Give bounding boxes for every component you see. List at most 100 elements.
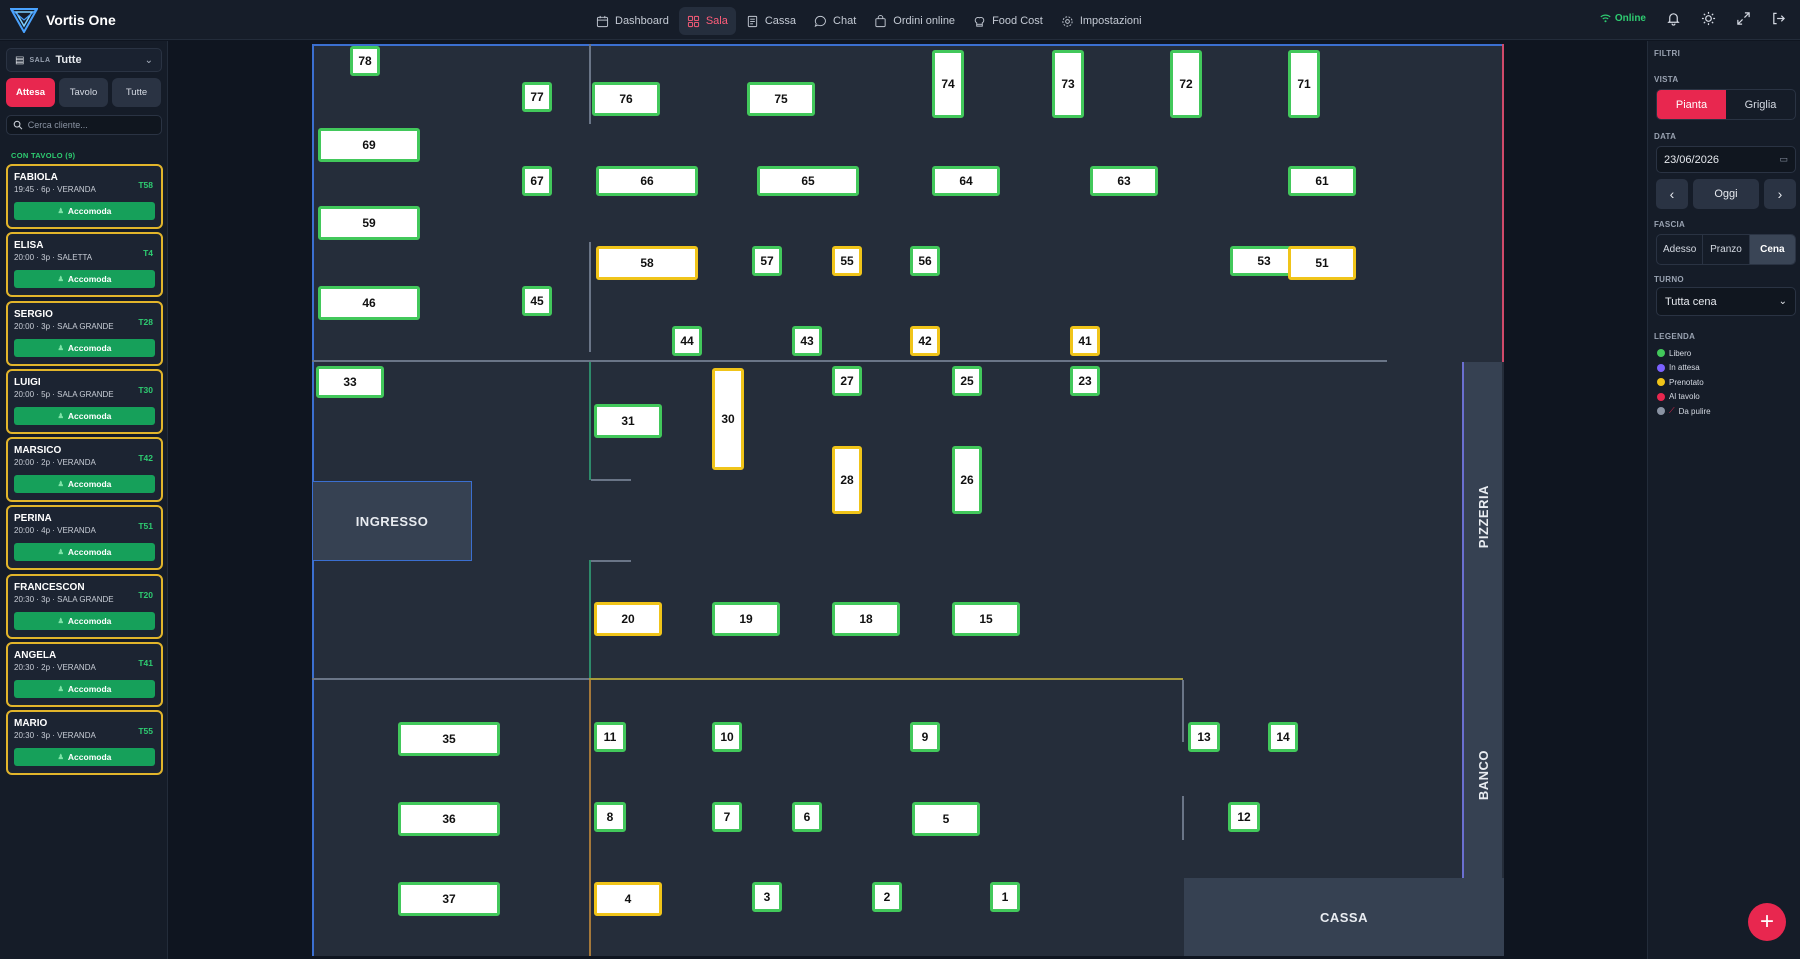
reservation-card[interactable]: MARIO 20:30 · 3p · VERANDA T55 ♟ Accomoda bbox=[6, 710, 163, 776]
table-12[interactable]: 12 bbox=[1228, 802, 1260, 832]
table-69[interactable]: 69 bbox=[318, 128, 420, 162]
fascia-adesso[interactable]: Adesso bbox=[1657, 235, 1704, 264]
table-59[interactable]: 59 bbox=[318, 206, 420, 240]
accomoda-button[interactable]: ♟ Accomoda bbox=[14, 680, 155, 699]
table-57[interactable]: 57 bbox=[752, 246, 782, 276]
tab-tavolo[interactable]: Tavolo bbox=[59, 78, 108, 107]
table-66[interactable]: 66 bbox=[596, 166, 698, 196]
table-31[interactable]: 31 bbox=[594, 404, 662, 438]
table-46[interactable]: 46 bbox=[318, 286, 420, 320]
accomoda-button[interactable]: ♟ Accomoda bbox=[14, 406, 155, 425]
table-76[interactable]: 76 bbox=[592, 82, 660, 116]
vista-griglia[interactable]: Griglia bbox=[1726, 90, 1795, 119]
reservation-card[interactable]: PERINA 20:00 · 4p · VERANDA T51 ♟ Accomoda bbox=[6, 505, 163, 571]
accomoda-button[interactable]: ♟ Accomoda bbox=[14, 270, 155, 289]
table-45[interactable]: 45 bbox=[522, 286, 552, 316]
reservation-card[interactable]: FRANCESCON 20:30 · 3p · SALA GRANDE T20 ♟ Ac… bbox=[6, 573, 163, 639]
table-4[interactable]: 4 bbox=[594, 882, 662, 916]
table-35[interactable]: 35 bbox=[398, 722, 500, 756]
table-25[interactable]: 25 bbox=[952, 366, 982, 396]
table-43[interactable]: 43 bbox=[792, 326, 822, 356]
date-input[interactable]: 23/06/2026 ▭ bbox=[1656, 146, 1796, 173]
table-15[interactable]: 15 bbox=[952, 602, 1020, 636]
sala-selector[interactable]: ▤ SALA Tutte ⌄ bbox=[6, 48, 162, 72]
table-11[interactable]: 11 bbox=[594, 722, 626, 752]
table-19[interactable]: 19 bbox=[712, 602, 780, 636]
table-28[interactable]: 28 bbox=[832, 446, 862, 514]
nav-ordini-online[interactable]: Ordini online bbox=[866, 7, 963, 35]
table-55[interactable]: 55 bbox=[832, 246, 862, 276]
logo[interactable]: Vortis One bbox=[10, 7, 116, 33]
table-3[interactable]: 3 bbox=[752, 882, 782, 912]
table-20[interactable]: 20 bbox=[594, 602, 662, 636]
table-67[interactable]: 67 bbox=[522, 166, 552, 196]
accomoda-button[interactable]: ♟ Accomoda bbox=[14, 202, 155, 220]
table-56[interactable]: 56 bbox=[910, 246, 940, 276]
next-day-button[interactable]: › bbox=[1764, 179, 1796, 209]
nav-chat[interactable]: Chat bbox=[806, 7, 864, 35]
table-13[interactable]: 13 bbox=[1188, 722, 1220, 752]
table-10[interactable]: 10 bbox=[712, 722, 742, 752]
prev-day-button[interactable]: ‹ bbox=[1656, 179, 1688, 209]
nav-dashboard[interactable]: Dashboard bbox=[588, 7, 677, 35]
table-18[interactable]: 18 bbox=[832, 602, 900, 636]
table-44[interactable]: 44 bbox=[672, 326, 702, 356]
table-37[interactable]: 37 bbox=[398, 882, 500, 916]
logout-icon[interactable] bbox=[1771, 11, 1786, 26]
turno-select[interactable]: Tutta cena ⌄ bbox=[1656, 287, 1796, 316]
reservation-card[interactable]: LUIGI 20:00 · 5p · SALA GRANDE T30 ♟ Accomod… bbox=[6, 368, 163, 434]
table-2[interactable]: 2 bbox=[872, 882, 902, 912]
accomoda-button[interactable]: ♟ Accomoda bbox=[14, 748, 155, 767]
table-74[interactable]: 74 bbox=[932, 50, 964, 118]
table-27[interactable]: 27 bbox=[832, 366, 862, 396]
table-7[interactable]: 7 bbox=[712, 802, 742, 832]
table-14[interactable]: 14 bbox=[1268, 722, 1298, 752]
reservation-card[interactable]: SERGIO 20:00 · 3p · SALA GRANDE T28 ♟ Accomo… bbox=[6, 300, 163, 366]
table-64[interactable]: 64 bbox=[932, 166, 1000, 196]
table-9[interactable]: 9 bbox=[910, 722, 940, 752]
table-61[interactable]: 61 bbox=[1288, 166, 1356, 196]
add-button[interactable]: + bbox=[1748, 903, 1786, 941]
table-1[interactable]: 1 bbox=[990, 882, 1020, 912]
table-58[interactable]: 58 bbox=[596, 246, 698, 280]
accomoda-button[interactable]: ♟ Accomoda bbox=[14, 338, 155, 357]
accomoda-button[interactable]: ♟ Accomoda bbox=[14, 543, 155, 562]
table-72[interactable]: 72 bbox=[1170, 50, 1202, 118]
nav-food-cost[interactable]: Food Cost bbox=[965, 7, 1051, 35]
vista-pianta[interactable]: Pianta bbox=[1657, 90, 1726, 119]
reservation-card[interactable]: FABIOLA 19:45 · 6p · VERANDA T58 ♟ Accomoda bbox=[6, 164, 163, 229]
table-33[interactable]: 33 bbox=[316, 366, 384, 398]
today-button[interactable]: Oggi bbox=[1693, 179, 1759, 209]
table-65[interactable]: 65 bbox=[757, 166, 859, 196]
reservation-card[interactable]: ELISA 20:00 · 3p · SALETTA T4 ♟ Accomoda bbox=[6, 232, 163, 298]
table-71[interactable]: 71 bbox=[1288, 50, 1320, 118]
accomoda-button[interactable]: ♟ Accomoda bbox=[14, 475, 155, 494]
bell-icon[interactable] bbox=[1666, 11, 1681, 26]
table-42[interactable]: 42 bbox=[910, 326, 940, 356]
table-77[interactable]: 77 bbox=[522, 82, 552, 112]
table-26[interactable]: 26 bbox=[952, 446, 982, 514]
fascia-cena[interactable]: Cena bbox=[1749, 235, 1795, 264]
tab-attesa[interactable]: Attesa bbox=[6, 78, 55, 107]
table-23[interactable]: 23 bbox=[1070, 366, 1100, 396]
calendar-icon[interactable]: ▭ bbox=[1779, 154, 1788, 165]
tab-tutte[interactable]: Tutte bbox=[112, 78, 161, 107]
fullscreen-icon[interactable] bbox=[1736, 11, 1751, 26]
table-75[interactable]: 75 bbox=[747, 82, 815, 116]
table-5[interactable]: 5 bbox=[912, 802, 980, 836]
table-36[interactable]: 36 bbox=[398, 802, 500, 836]
table-30[interactable]: 30 bbox=[712, 368, 744, 470]
table-73[interactable]: 73 bbox=[1052, 50, 1084, 118]
table-78[interactable]: 78 bbox=[350, 46, 380, 76]
fascia-pranzo[interactable]: Pranzo bbox=[1703, 235, 1750, 264]
table-51[interactable]: 51 bbox=[1288, 246, 1356, 280]
nav-sala[interactable]: Sala bbox=[678, 7, 736, 35]
reservation-card[interactable]: MARSICO 20:00 · 2p · VERANDA T42 ♟ Accomoda bbox=[6, 437, 163, 503]
table-63[interactable]: 63 bbox=[1090, 166, 1158, 196]
accomoda-button[interactable]: ♟ Accomoda bbox=[14, 611, 155, 630]
table-6[interactable]: 6 bbox=[792, 802, 822, 832]
search-input[interactable] bbox=[27, 120, 155, 130]
sun-icon[interactable] bbox=[1701, 11, 1716, 26]
nav-cassa[interactable]: Cassa bbox=[738, 7, 804, 35]
table-8[interactable]: 8 bbox=[594, 802, 626, 832]
